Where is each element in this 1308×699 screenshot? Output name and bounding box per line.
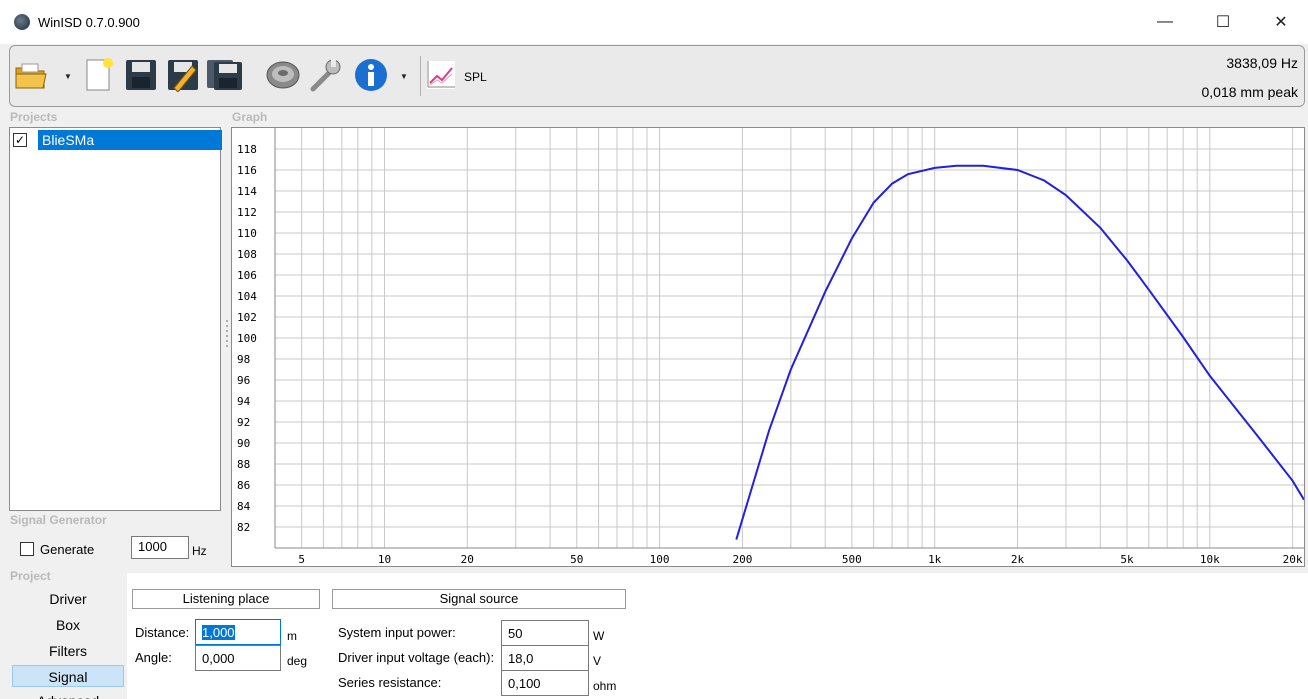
new-document-icon[interactable] <box>80 52 118 98</box>
x-tick-label: 200 <box>732 553 752 566</box>
speaker-driver-icon[interactable] <box>264 52 302 98</box>
y-tick-label: 96 <box>237 374 250 387</box>
window-title: WinISD 0.7.0.900 <box>38 15 140 30</box>
input-power-unit: W <box>593 629 605 643</box>
y-tick-label: 110 <box>237 227 257 240</box>
save-as-icon[interactable] <box>164 52 202 98</box>
nav-driver[interactable]: Driver <box>12 588 124 610</box>
input-power-label: System input power: <box>338 625 456 640</box>
x-tick-label: 5 <box>298 553 305 566</box>
y-tick-label: 118 <box>237 143 257 156</box>
series-resistance-label: Series resistance: <box>338 675 442 690</box>
close-button[interactable]: ✕ <box>1252 0 1308 44</box>
distance-input[interactable]: 1,000 <box>195 619 281 645</box>
project-item[interactable]: ✓ BlieSMa <box>13 130 222 150</box>
signal-panel: Listening place Signal source Distance: … <box>127 573 1308 699</box>
y-tick-label: 84 <box>237 500 251 513</box>
toolbar: ▼ ▼ SPL 3838,09 Hz 0,018 mm peak <box>9 45 1305 107</box>
distance-unit: m <box>287 629 297 643</box>
x-tick-label: 2k <box>1011 553 1025 566</box>
x-tick-label: 20 <box>461 553 474 566</box>
info-dropdown-arrow-icon[interactable]: ▼ <box>400 72 408 81</box>
graph-section-label: Graph <box>232 110 268 124</box>
generator-frequency-input[interactable]: 1000 <box>131 536 189 559</box>
project-checkbox[interactable]: ✓ <box>13 133 27 147</box>
spl-label[interactable]: SPL <box>464 70 487 84</box>
y-tick-label: 108 <box>237 248 257 261</box>
x-tick-label: 1k <box>928 553 942 566</box>
spl-graph: 82 84 86 88 90 92 94 96 98 100 102 104 106 108 110 112 1… <box>231 127 1305 567</box>
spl-curve <box>735 164 1304 540</box>
x-tick-label: 10 <box>378 553 391 566</box>
angle-label: Angle: <box>135 650 172 665</box>
series-resistance-unit: ohm <box>593 679 617 693</box>
frequency-readout: 3838,09 Hz <box>1226 55 1298 71</box>
info-icon[interactable] <box>352 52 390 98</box>
y-tick-label: 98 <box>237 353 250 366</box>
nav-signal[interactable]: Signal <box>12 665 124 687</box>
minimize-button[interactable]: — <box>1136 0 1194 44</box>
y-tick-label: 106 <box>237 269 257 282</box>
nav-filters[interactable]: Filters <box>12 640 124 662</box>
open-folder-icon[interactable] <box>12 52 50 98</box>
project-name[interactable]: BlieSMa <box>38 130 222 150</box>
distance-value: 1,000 <box>202 625 235 640</box>
input-power-input[interactable]: 50 <box>501 620 589 646</box>
series-resistance-input[interactable]: 0,100 <box>501 670 589 696</box>
x-tick-label: 500 <box>842 553 862 566</box>
wrench-icon[interactable] <box>306 52 344 98</box>
y-tick-label: 92 <box>237 416 250 429</box>
excursion-readout: 0,018 mm peak <box>1201 84 1299 100</box>
nav-box[interactable]: Box <box>12 614 124 636</box>
y-tick-label: 90 <box>237 437 250 450</box>
y-tick-label: 104 <box>237 290 257 303</box>
y-tick-label: 88 <box>237 458 250 471</box>
nav-advanced[interactable]: Advanced <box>12 690 124 699</box>
x-tick-label: 50 <box>570 553 583 566</box>
save-all-icon[interactable] <box>206 52 244 98</box>
spl-graph-icon[interactable] <box>422 52 460 98</box>
listening-place-header: Listening place <box>132 589 320 609</box>
input-voltage-unit: V <box>593 654 602 668</box>
y-tick-label: 116 <box>237 164 257 177</box>
projects-section-label: Projects <box>10 110 58 124</box>
generator-frequency-unit: Hz <box>192 544 207 558</box>
generate-checkbox[interactable] <box>20 542 34 556</box>
toolbar-separator <box>420 56 421 96</box>
y-tick-label: 94 <box>237 395 251 408</box>
signal-generator-section-label: Signal Generator <box>10 513 107 527</box>
project-section-label: Project <box>10 569 51 583</box>
y-tick-label: 82 <box>237 521 250 534</box>
input-voltage-label: Driver input voltage (each): <box>338 650 495 665</box>
angle-input[interactable]: 0,000 <box>195 645 281 671</box>
signal-source-header: Signal source <box>332 589 626 609</box>
y-tick-label: 86 <box>237 479 250 492</box>
title-bar: WinISD 0.7.0.900 — ☐ ✕ <box>0 0 1308 44</box>
open-dropdown-arrow-icon[interactable]: ▼ <box>64 72 72 81</box>
y-tick-label: 112 <box>237 206 257 219</box>
x-tick-label: 20k <box>1283 553 1303 566</box>
y-tick-label: 100 <box>237 332 257 345</box>
maximize-button[interactable]: ☐ <box>1194 0 1252 44</box>
projects-list: ✓ BlieSMa <box>9 127 222 511</box>
save-icon[interactable] <box>122 52 160 98</box>
generate-label: Generate <box>40 542 95 557</box>
angle-unit: deg <box>287 654 308 668</box>
distance-label: Distance: <box>135 625 190 640</box>
splitter-handle[interactable] <box>224 318 230 352</box>
spl-chart: 82 84 86 88 90 92 94 96 98 100 102 104 106 108 110 112 1… <box>237 128 1304 566</box>
x-tick-label: 10k <box>1200 553 1220 566</box>
x-tick-label: 5k <box>1120 553 1134 566</box>
app-icon <box>14 14 30 30</box>
x-tick-label: 100 <box>650 553 670 566</box>
input-voltage-input[interactable]: 18,0 <box>501 645 589 671</box>
y-tick-label: 102 <box>237 311 257 324</box>
y-tick-label: 114 <box>237 185 257 198</box>
